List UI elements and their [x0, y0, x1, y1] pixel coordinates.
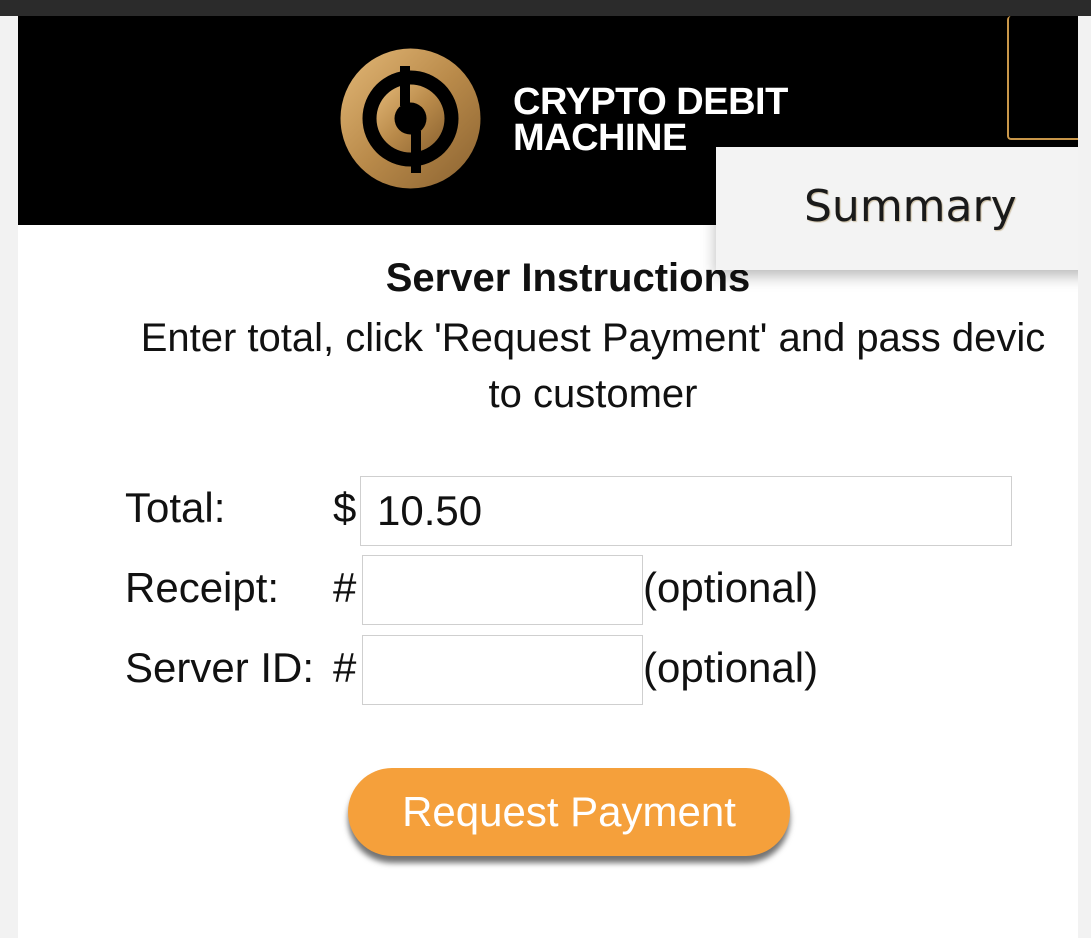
instructions-line2: to customer [488, 372, 698, 416]
total-label: Total: [125, 484, 226, 531]
receipt-label: Receipt: [125, 564, 280, 611]
receipt-hash-symbol: # [333, 564, 357, 611]
menu-item-summary[interactable]: Summary [804, 181, 1017, 232]
status-bar [0, 0, 1091, 16]
total-currency-symbol: $ [333, 484, 357, 531]
app-page: CRYPTO DEBIT MACHINE Summary Server Inst… [18, 16, 1078, 938]
menu-toggle-button[interactable] [1007, 16, 1078, 140]
instructions-text: Enter total, click 'Request Payment' and… [38, 310, 1078, 422]
nav-dropdown-menu: Summary [716, 147, 1078, 270]
instructions-line1: Enter total, click 'Request Payment' and… [140, 316, 1046, 360]
logo-icon [340, 48, 481, 189]
server-id-optional-note: (optional) [643, 644, 819, 691]
receipt-optional-note: (optional) [643, 564, 819, 611]
receipt-input[interactable] [362, 555, 643, 625]
logo-line1: CRYPTO DEBIT [513, 81, 788, 123]
server-id-label: Server ID: [125, 644, 315, 691]
server-id-input[interactable] [362, 635, 643, 705]
request-payment-button[interactable]: Request Payment [348, 768, 790, 856]
server-id-hash-symbol: # [333, 644, 357, 691]
logo-wordmark: CRYPTO DEBIT MACHINE [513, 81, 788, 157]
total-input[interactable] [360, 476, 1012, 546]
